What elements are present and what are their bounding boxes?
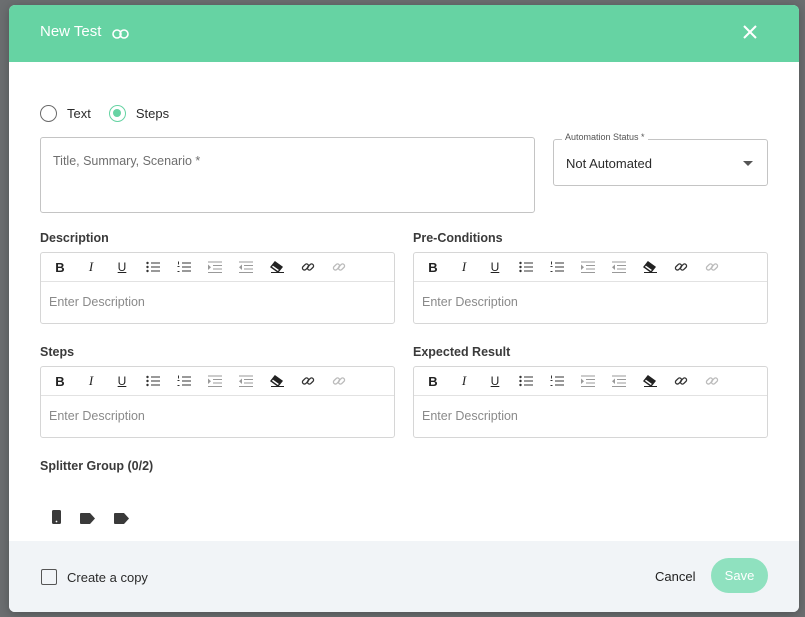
title-input[interactable]: Title, Summary, Scenario * xyxy=(40,137,535,213)
outdent-icon[interactable] xyxy=(608,371,630,391)
cancel-button[interactable]: Cancel xyxy=(655,569,695,584)
indent-icon[interactable] xyxy=(204,371,226,391)
description-placeholder[interactable]: Enter Description xyxy=(49,295,145,309)
save-button[interactable]: Save xyxy=(711,558,768,593)
automation-status-select[interactable]: Automation Status * Not Automated xyxy=(553,132,768,186)
radio-text-label: Text xyxy=(67,105,91,121)
editor-toolbar: B I U xyxy=(414,253,767,282)
eraser-icon[interactable] xyxy=(266,257,288,277)
new-test-modal: New Test Text Steps Title, Summary, Scen… xyxy=(9,5,799,612)
bold-button[interactable]: B xyxy=(49,371,71,391)
link-icon[interactable] xyxy=(670,371,692,391)
title-placeholder: Title, Summary, Scenario * xyxy=(53,154,201,168)
bold-button[interactable]: B xyxy=(49,257,71,277)
underline-button[interactable]: U xyxy=(484,257,506,277)
description-editor: B I U Enter Description xyxy=(40,252,395,324)
steps-placeholder[interactable]: Enter Description xyxy=(49,409,145,423)
preconditions-editor: B I U Enter Description xyxy=(413,252,768,324)
underline-button[interactable]: U xyxy=(111,371,133,391)
bullet-list-icon[interactable] xyxy=(142,371,164,391)
numbered-list-icon[interactable] xyxy=(173,371,195,391)
bullet-list-icon[interactable] xyxy=(515,257,537,277)
create-copy-checkbox[interactable] xyxy=(41,569,57,585)
link-icon[interactable] xyxy=(670,257,692,277)
bullet-list-icon[interactable] xyxy=(515,371,537,391)
expected-result-editor: B I U Enter Description xyxy=(413,366,768,438)
link-icon[interactable] xyxy=(297,371,319,391)
chevron-down-icon xyxy=(743,161,753,166)
automation-status-label: Automation Status * xyxy=(562,132,648,142)
outdent-icon[interactable] xyxy=(235,371,257,391)
tag-icon[interactable] xyxy=(80,511,95,529)
steps-label: Steps xyxy=(40,345,75,359)
radio-steps-label: Steps xyxy=(135,105,170,121)
indent-icon[interactable] xyxy=(577,257,599,277)
indent-icon[interactable] xyxy=(577,371,599,391)
modal-header: New Test xyxy=(9,5,799,62)
italic-button[interactable]: I xyxy=(80,371,102,391)
steps-editor: B I U Enter Description xyxy=(40,366,395,438)
indent-icon[interactable] xyxy=(204,257,226,277)
bold-button[interactable]: B xyxy=(422,371,444,391)
eraser-icon[interactable] xyxy=(639,257,661,277)
italic-button[interactable]: I xyxy=(453,257,475,277)
splitter-group-label: Splitter Group (0/2) xyxy=(40,459,154,473)
automation-status-value: Not Automated xyxy=(566,156,652,171)
unlink-icon[interactable] xyxy=(328,371,350,391)
create-copy-label: Create a copy xyxy=(67,570,148,585)
preconditions-placeholder[interactable]: Enter Description xyxy=(422,295,518,309)
eraser-icon[interactable] xyxy=(639,371,661,391)
splitter-icons xyxy=(52,510,148,529)
numbered-list-icon[interactable] xyxy=(173,257,195,277)
unlink-icon[interactable] xyxy=(701,371,723,391)
close-icon[interactable] xyxy=(741,23,759,46)
editor-toolbar: B I U xyxy=(41,253,394,282)
tag-icon[interactable] xyxy=(114,511,129,529)
editor-toolbar: B I U xyxy=(414,367,767,396)
unlink-icon[interactable] xyxy=(701,257,723,277)
eraser-icon[interactable] xyxy=(266,371,288,391)
radio-steps[interactable] xyxy=(108,104,126,122)
expected-result-label: Expected Result xyxy=(413,345,511,359)
bullet-list-icon[interactable] xyxy=(142,257,164,277)
link-icon[interactable] xyxy=(297,257,319,277)
numbered-list-icon[interactable] xyxy=(546,371,568,391)
numbered-list-icon[interactable] xyxy=(546,257,568,277)
mobile-icon[interactable] xyxy=(52,510,61,529)
italic-button[interactable]: I xyxy=(80,257,102,277)
description-label: Description xyxy=(40,231,109,245)
bold-button[interactable]: B xyxy=(422,257,444,277)
preconditions-label: Pre-Conditions xyxy=(413,231,503,245)
modal-title: New Test xyxy=(40,23,102,40)
modal-footer: Create a copy Cancel Save xyxy=(9,541,799,612)
link-icon[interactable] xyxy=(112,26,129,44)
underline-button[interactable]: U xyxy=(111,257,133,277)
unlink-icon[interactable] xyxy=(328,257,350,277)
expected-result-placeholder[interactable]: Enter Description xyxy=(422,409,518,423)
italic-button[interactable]: I xyxy=(453,371,475,391)
underline-button[interactable]: U xyxy=(484,371,506,391)
outdent-icon[interactable] xyxy=(235,257,257,277)
radio-text[interactable] xyxy=(40,104,57,122)
outdent-icon[interactable] xyxy=(608,257,630,277)
mode-radio-group: Text Steps xyxy=(40,103,187,123)
editor-toolbar: B I U xyxy=(41,367,394,396)
